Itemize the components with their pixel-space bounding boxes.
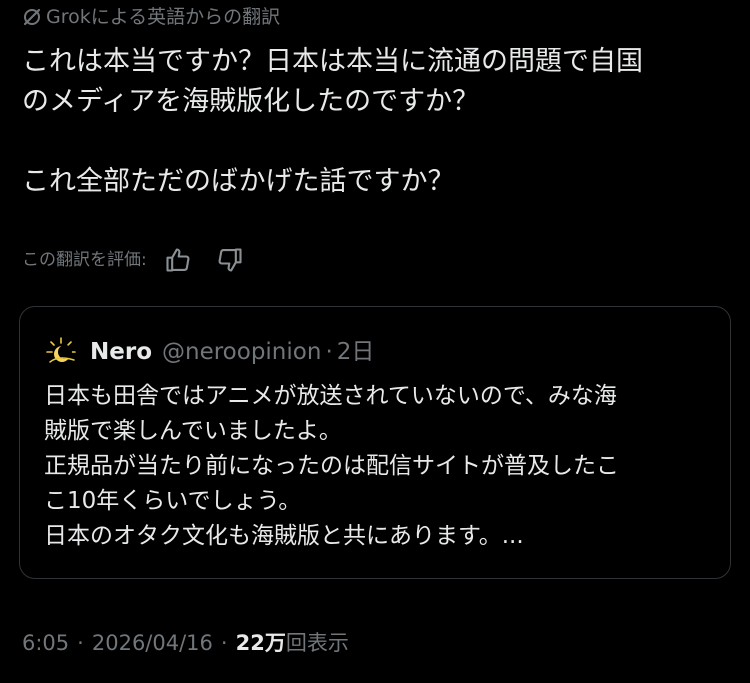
quote-author-name[interactable]: Nero	[90, 337, 152, 367]
views-label: 回表示	[285, 631, 349, 655]
tweet-line: のメディアを海賊版化したのですか？	[22, 86, 480, 117]
quote-timestamp[interactable]: 2日	[337, 337, 375, 367]
translation-label: Grokによる英語からの翻訳	[22, 4, 280, 30]
quote-header: Nero @neroopinion · 2日	[44, 335, 374, 369]
thumbs-up-icon	[166, 248, 190, 272]
tweet-text: これは本当ですか？日本は本当に流通の問題で自国 のメディアを海賊版化したのですか…	[22, 42, 734, 202]
views-count: 22万	[235, 631, 286, 655]
thumbs-down-button[interactable]	[213, 245, 247, 275]
quote-body: 日本も田舎ではアニメが放送されていないので、みな海 賊版で楽しんでいましたよ。 …	[44, 379, 714, 554]
quote-line: 正規品が当たり前になったのは配信サイトが普及したこ	[44, 453, 619, 479]
thumbs-down-icon	[218, 248, 242, 272]
rate-translation-label: この翻訳を評価:	[22, 250, 147, 270]
tweet-line: これ全部ただのばかげた話ですか？	[22, 166, 455, 197]
translation-label-text: Grokによる英語からの翻訳	[46, 6, 281, 28]
rate-translation-row: この翻訳を評価:	[22, 245, 247, 275]
tweet-line: これは本当ですか？日本は本当に流通の問題で自国	[22, 46, 643, 77]
quote-line: 日本のオタク文化も海賊版と共にあります。...	[44, 523, 524, 549]
post-meta: 6:05 · 2026/04/16 · 22万回表示	[22, 628, 349, 658]
separator-dot: ·	[325, 339, 333, 365]
post-date[interactable]: 2026/04/16	[92, 631, 213, 655]
grok-icon	[22, 7, 42, 27]
quote-card[interactable]: Nero @neroopinion · 2日 日本も田舎ではアニメが放送されてい…	[19, 306, 731, 579]
avatar[interactable]	[44, 335, 78, 369]
quote-line: 賊版で楽しんでいましたよ。	[44, 418, 342, 444]
thumbs-up-button[interactable]	[161, 245, 195, 275]
post-time[interactable]: 6:05	[22, 631, 69, 655]
quote-line: こ10年くらいでしょう。	[44, 488, 302, 514]
separator-dot: ·	[77, 631, 84, 655]
separator-dot: ·	[220, 631, 228, 655]
quote-line: 日本も田舎ではアニメが放送されていないので、みな海	[44, 383, 617, 409]
quote-author-handle[interactable]: @neroopinion	[162, 337, 321, 367]
